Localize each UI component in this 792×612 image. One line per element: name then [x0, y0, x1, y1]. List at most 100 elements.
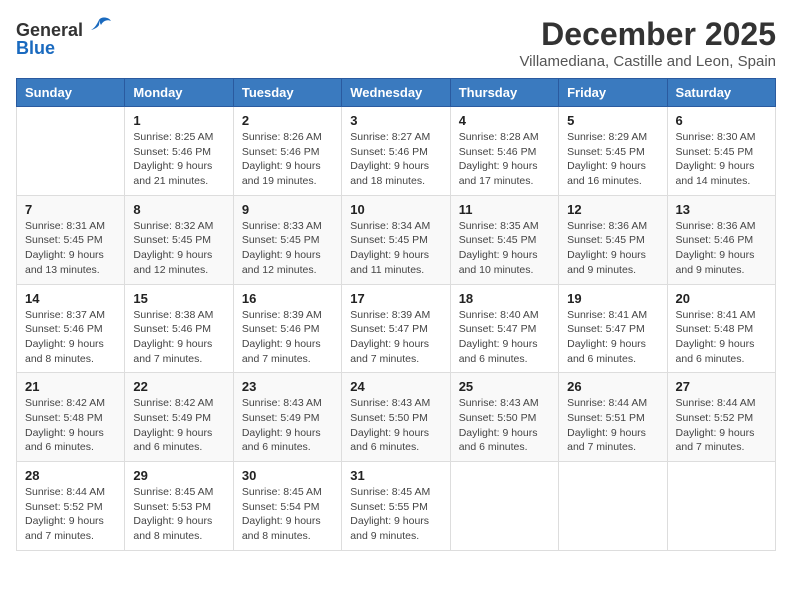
day-info-20: Sunrise: 8:41 AMSunset: 5:48 PMDaylight:…: [676, 308, 767, 367]
day-number-15: 15: [133, 291, 224, 306]
week-row-1: 7 Sunrise: 8:31 AMSunset: 5:45 PMDaylight…: [17, 195, 776, 284]
location-title: Villamediana, Castille and Leon, Spain: [519, 53, 776, 70]
cell-4-0: 28 Sunrise: 8:44 AMSunset: 5:52 PMDayligh…: [17, 462, 125, 551]
week-row-3: 21 Sunrise: 8:42 AMSunset: 5:48 PMDayligh…: [17, 373, 776, 462]
cell-2-3: 17Sunrise: 8:39 AMSunset: 5:47 PMDayligh…: [342, 284, 450, 373]
day-number-26: 26: [567, 379, 658, 394]
day-info-14: Sunrise: 8:37 AMSunset: 5:46 PMDaylight:…: [25, 308, 116, 367]
day-info-19: Sunrise: 8:41 AMSunset: 5:47 PMDaylight:…: [567, 308, 658, 367]
cell-3-4: 25 Sunrise: 8:43 AMSunset: 5:50 PMDayligh…: [450, 373, 558, 462]
day-number-2: 2: [242, 113, 333, 128]
day-info-4: Sunrise: 8:28 AMSunset: 5:46 PMDaylight:…: [459, 130, 550, 189]
cell-0-4: 4 Sunrise: 8:28 AMSunset: 5:46 PMDaylight…: [450, 107, 558, 196]
logo: General Blue: [16, 16, 113, 59]
logo-bird-icon: [85, 16, 113, 44]
day-number-13: 13: [676, 202, 767, 217]
day-number-27: 27: [676, 379, 767, 394]
day-info-22: Sunrise: 8:42 AMSunset: 5:49 PMDaylight:…: [133, 396, 224, 455]
day-number-11: 11: [459, 202, 550, 217]
day-number-20: 20: [676, 291, 767, 306]
day-number-4: 4: [459, 113, 550, 128]
cell-3-6: 27Sunrise: 8:44 AMSunset: 5:52 PMDayligh…: [667, 373, 775, 462]
cell-1-5: 12Sunrise: 8:36 AMSunset: 5:45 PMDayligh…: [559, 195, 667, 284]
day-info-25: Sunrise: 8:43 AMSunset: 5:50 PMDaylight:…: [459, 396, 550, 455]
week-row-0: 1Sunrise: 8:25 AMSunset: 5:46 PMDaylight…: [17, 107, 776, 196]
day-info-3: Sunrise: 8:27 AMSunset: 5:46 PMDaylight:…: [350, 130, 441, 189]
cell-2-1: 15 Sunrise: 8:38 AMSunset: 5:46 PMDayligh…: [125, 284, 233, 373]
cell-0-1: 1Sunrise: 8:25 AMSunset: 5:46 PMDaylight…: [125, 107, 233, 196]
cell-3-1: 22 Sunrise: 8:42 AMSunset: 5:49 PMDayligh…: [125, 373, 233, 462]
day-info-24: Sunrise: 8:43 AMSunset: 5:50 PMDaylight:…: [350, 396, 441, 455]
day-info-10: Sunrise: 8:34 AMSunset: 5:45 PMDaylight:…: [350, 219, 441, 278]
day-info-13: Sunrise: 8:36 AMSunset: 5:46 PMDaylight:…: [676, 219, 767, 278]
cell-0-6: 6 Sunrise: 8:30 AMSunset: 5:45 PMDaylight…: [667, 107, 775, 196]
cell-1-6: 13 Sunrise: 8:36 AMSunset: 5:46 PMDayligh…: [667, 195, 775, 284]
cell-0-5: 5 Sunrise: 8:29 AMSunset: 5:45 PMDaylight…: [559, 107, 667, 196]
cell-2-2: 16Sunrise: 8:39 AMSunset: 5:46 PMDayligh…: [233, 284, 341, 373]
cell-4-3: 31 Sunrise: 8:45 AMSunset: 5:55 PMDayligh…: [342, 462, 450, 551]
header-sunday: Sunday: [17, 79, 125, 107]
weekday-header-row: Sunday Monday Tuesday Wednesday Thursday…: [17, 79, 776, 107]
day-number-30: 30: [242, 468, 333, 483]
cell-4-5: [559, 462, 667, 551]
week-row-4: 28 Sunrise: 8:44 AMSunset: 5:52 PMDayligh…: [17, 462, 776, 551]
cell-4-1: 29 Sunrise: 8:45 AMSunset: 5:53 PMDayligh…: [125, 462, 233, 551]
cell-3-2: 23Sunrise: 8:43 AMSunset: 5:49 PMDayligh…: [233, 373, 341, 462]
day-number-19: 19: [567, 291, 658, 306]
day-info-16: Sunrise: 8:39 AMSunset: 5:46 PMDaylight:…: [242, 308, 333, 367]
header-thursday: Thursday: [450, 79, 558, 107]
logo-blue: Blue: [16, 38, 55, 59]
day-info-6: Sunrise: 8:30 AMSunset: 5:45 PMDaylight:…: [676, 130, 767, 189]
day-number-28: 28: [25, 468, 116, 483]
cell-1-4: 11Sunrise: 8:35 AMSunset: 5:45 PMDayligh…: [450, 195, 558, 284]
day-number-10: 10: [350, 202, 441, 217]
day-number-24: 24: [350, 379, 441, 394]
day-info-30: Sunrise: 8:45 AMSunset: 5:54 PMDaylight:…: [242, 485, 333, 544]
header-monday: Monday: [125, 79, 233, 107]
cell-4-4: [450, 462, 558, 551]
cell-1-3: 10 Sunrise: 8:34 AMSunset: 5:45 PMDayligh…: [342, 195, 450, 284]
cell-3-3: 24 Sunrise: 8:43 AMSunset: 5:50 PMDayligh…: [342, 373, 450, 462]
header-tuesday: Tuesday: [233, 79, 341, 107]
cell-1-1: 8Sunrise: 8:32 AMSunset: 5:45 PMDaylight…: [125, 195, 233, 284]
day-number-3: 3: [350, 113, 441, 128]
cell-1-2: 9Sunrise: 8:33 AMSunset: 5:45 PMDaylight…: [233, 195, 341, 284]
title-block: December 2025 Villamediana, Castille and…: [519, 16, 776, 70]
day-number-5: 5: [567, 113, 658, 128]
day-info-5: Sunrise: 8:29 AMSunset: 5:45 PMDaylight:…: [567, 130, 658, 189]
day-number-18: 18: [459, 291, 550, 306]
cell-2-4: 18 Sunrise: 8:40 AMSunset: 5:47 PMDayligh…: [450, 284, 558, 373]
day-info-26: Sunrise: 8:44 AMSunset: 5:51 PMDaylight:…: [567, 396, 658, 455]
day-number-1: 1: [133, 113, 224, 128]
page-header: General Blue December 2025 Villamediana,…: [16, 16, 776, 70]
day-number-22: 22: [133, 379, 224, 394]
header-saturday: Saturday: [667, 79, 775, 107]
day-info-29: Sunrise: 8:45 AMSunset: 5:53 PMDaylight:…: [133, 485, 224, 544]
day-number-6: 6: [676, 113, 767, 128]
day-info-7: Sunrise: 8:31 AMSunset: 5:45 PMDaylight:…: [25, 219, 116, 278]
day-info-21: Sunrise: 8:42 AMSunset: 5:48 PMDaylight:…: [25, 396, 116, 455]
day-info-23: Sunrise: 8:43 AMSunset: 5:49 PMDaylight:…: [242, 396, 333, 455]
cell-3-0: 21 Sunrise: 8:42 AMSunset: 5:48 PMDayligh…: [17, 373, 125, 462]
cell-3-5: 26 Sunrise: 8:44 AMSunset: 5:51 PMDayligh…: [559, 373, 667, 462]
cell-2-6: 20 Sunrise: 8:41 AMSunset: 5:48 PMDayligh…: [667, 284, 775, 373]
cell-0-0: [17, 107, 125, 196]
day-number-25: 25: [459, 379, 550, 394]
day-info-2: Sunrise: 8:26 AMSunset: 5:46 PMDaylight:…: [242, 130, 333, 189]
day-number-31: 31: [350, 468, 441, 483]
day-number-21: 21: [25, 379, 116, 394]
header-friday: Friday: [559, 79, 667, 107]
calendar-table: Sunday Monday Tuesday Wednesday Thursday…: [16, 78, 776, 551]
cell-4-6: [667, 462, 775, 551]
day-info-18: Sunrise: 8:40 AMSunset: 5:47 PMDaylight:…: [459, 308, 550, 367]
day-info-12: Sunrise: 8:36 AMSunset: 5:45 PMDaylight:…: [567, 219, 658, 278]
cell-1-0: 7 Sunrise: 8:31 AMSunset: 5:45 PMDaylight…: [17, 195, 125, 284]
day-number-29: 29: [133, 468, 224, 483]
day-info-9: Sunrise: 8:33 AMSunset: 5:45 PMDaylight:…: [242, 219, 333, 278]
day-info-15: Sunrise: 8:38 AMSunset: 5:46 PMDaylight:…: [133, 308, 224, 367]
cell-2-5: 19 Sunrise: 8:41 AMSunset: 5:47 PMDayligh…: [559, 284, 667, 373]
day-info-31: Sunrise: 8:45 AMSunset: 5:55 PMDaylight:…: [350, 485, 441, 544]
day-number-7: 7: [25, 202, 116, 217]
day-number-17: 17: [350, 291, 441, 306]
day-info-28: Sunrise: 8:44 AMSunset: 5:52 PMDaylight:…: [25, 485, 116, 544]
